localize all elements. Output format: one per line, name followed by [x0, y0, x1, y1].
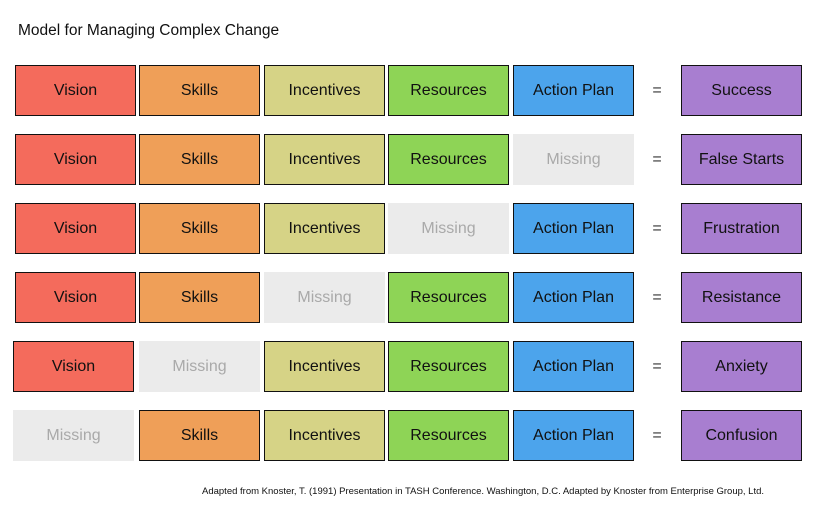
missing-element-box: Missing [513, 134, 634, 185]
vision-box: Vision [13, 341, 134, 392]
resources-box: Resources [388, 341, 509, 392]
skills-box: Skills [139, 272, 260, 323]
incentives-box: Incentives [264, 341, 385, 392]
resources-box: Resources [388, 134, 509, 185]
model-row: Vision Skills Incentives Missing Action Plan… [0, 203, 819, 254]
source-citation: Adapted from Knoster, T. (1991) Presenta… [202, 486, 765, 497]
incentives-box: Incentives [264, 65, 385, 116]
action-plan-box: Action Plan [513, 65, 634, 116]
vision-box: Vision [15, 134, 136, 185]
model-row: Vision Skills Incentives Resources Missing = F… [0, 134, 819, 185]
action-plan-box: Action Plan [513, 272, 634, 323]
missing-element-box: Missing [13, 410, 134, 461]
diagram-title: Model for Managing Complex Change [18, 22, 280, 39]
outcome-box: Frustration [681, 203, 802, 254]
vision-box: Vision [15, 272, 136, 323]
outcome-box: Resistance [681, 272, 802, 323]
incentives-box: Incentives [264, 203, 385, 254]
outcome-box: Confusion [681, 410, 802, 461]
outcome-box: Anxiety [681, 341, 802, 392]
equals-sign: = [652, 150, 662, 168]
equals-sign: = [652, 219, 662, 237]
model-row: Missing Skills Incentives Resources Action P… [0, 410, 819, 461]
missing-element-box: Missing [388, 203, 509, 254]
action-plan-box: Action Plan [513, 203, 634, 254]
model-row: Vision Skills Missing Resources Action Plan =… [0, 272, 819, 323]
model-row: Vision Missing Incentives Resources Action P… [0, 341, 819, 392]
action-plan-box: Action Plan [513, 341, 634, 392]
resources-box: Resources [388, 65, 509, 116]
resources-box: Resources [388, 410, 509, 461]
equals-sign: = [652, 357, 662, 375]
model-row: Vision Skills Incentives Resources Action Pl… [0, 65, 819, 116]
resources-box: Resources [388, 272, 509, 323]
incentives-box: Incentives [264, 410, 385, 461]
skills-box: Skills [139, 410, 260, 461]
outcome-box: Success [681, 65, 802, 116]
equals-sign: = [652, 288, 662, 306]
outcome-box: False Starts [681, 134, 802, 185]
skills-box: Skills [139, 134, 260, 185]
equals-sign: = [652, 426, 662, 444]
incentives-box: Incentives [264, 134, 385, 185]
skills-box: Skills [139, 203, 260, 254]
missing-element-box: Missing [139, 341, 260, 392]
equals-sign: = [652, 81, 662, 99]
skills-box: Skills [139, 65, 260, 116]
vision-box: Vision [15, 65, 136, 116]
missing-element-box: Missing [264, 272, 385, 323]
action-plan-box: Action Plan [513, 410, 634, 461]
vision-box: Vision [15, 203, 136, 254]
